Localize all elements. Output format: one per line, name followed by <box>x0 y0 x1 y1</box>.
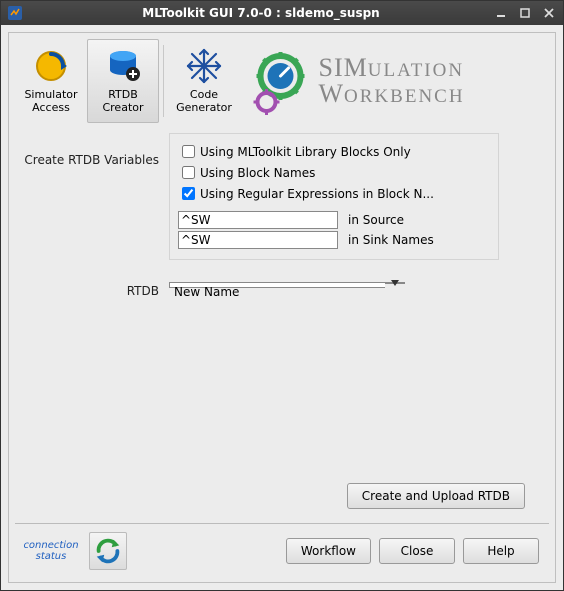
rtdb-label: RTDB <box>19 282 169 304</box>
toolbar-label: Code Generator <box>176 89 232 114</box>
title-bar: MLToolkit GUI 7.0-0 : sldemo_suspn <box>1 1 563 25</box>
toolbar-separator <box>163 45 164 117</box>
workflow-button[interactable]: Workflow <box>286 538 371 564</box>
rtdb-creator-button[interactable]: RTDB Creator <box>87 39 159 123</box>
close-button[interactable] <box>541 5 557 21</box>
maximize-button[interactable] <box>517 5 533 21</box>
refresh-connection-button[interactable] <box>89 532 127 570</box>
simulator-access-icon <box>31 46 71 86</box>
svg-text:SIMULATION: SIMULATION <box>319 53 465 82</box>
chevron-down-icon[interactable] <box>385 282 405 284</box>
footer: connection status Workflow Close Help <box>15 523 549 576</box>
simulator-access-button[interactable]: Simulator Access <box>15 39 87 123</box>
window-buttons <box>493 5 557 21</box>
brand-logo: SIMULATION WORKBENCH <box>240 39 549 123</box>
connection-status-label: connection status <box>21 540 81 562</box>
content-area: Simulator Access RTDB Creator <box>1 25 563 590</box>
opt-regex[interactable]: Using Regular Expressions in Block N... <box>178 184 490 203</box>
close-app-button[interactable]: Close <box>379 538 455 564</box>
svg-text:WORKBENCH: WORKBENCH <box>319 79 465 108</box>
opt-regex-checkbox[interactable] <box>182 187 195 200</box>
toolbar-label: Simulator Access <box>24 89 77 114</box>
code-generator-button[interactable]: Code Generator <box>168 39 240 123</box>
snowflake-icon <box>184 46 224 86</box>
opt-lib-only-checkbox[interactable] <box>182 145 195 158</box>
create-rtdb-vars-label: Create RTDB Variables <box>19 133 169 260</box>
regex-sink-label: in Sink Names <box>348 233 434 247</box>
app-icon <box>7 5 23 21</box>
options-box: Using MLToolkit Library Blocks Only Usin… <box>169 133 499 260</box>
opt-block-names-checkbox[interactable] <box>182 166 195 179</box>
app-window: MLToolkit GUI 7.0-0 : sldemo_suspn Si <box>0 0 564 591</box>
rtdb-combobox-value: New Name <box>169 282 385 288</box>
toolbar: Simulator Access RTDB Creator <box>15 39 549 123</box>
toolbar-label: RTDB Creator <box>102 89 143 114</box>
opt-lib-only-label: Using MLToolkit Library Blocks Only <box>200 145 411 159</box>
minimize-button[interactable] <box>493 5 509 21</box>
help-button[interactable]: Help <box>463 538 539 564</box>
regex-sink-input[interactable] <box>178 231 338 249</box>
create-upload-rtdb-button[interactable]: Create and Upload RTDB <box>347 483 525 509</box>
opt-block-names-label: Using Block Names <box>200 166 315 180</box>
regex-source-label: in Source <box>348 213 404 227</box>
window-title: MLToolkit GUI 7.0-0 : sldemo_suspn <box>29 6 493 20</box>
opt-block-names[interactable]: Using Block Names <box>178 163 490 182</box>
main-area: Create RTDB Variables Using MLToolkit Li… <box>15 123 549 523</box>
inner-panel: Simulator Access RTDB Creator <box>8 32 556 583</box>
database-icon <box>103 46 143 86</box>
regex-source-input[interactable] <box>178 211 338 229</box>
opt-regex-label: Using Regular Expressions in Block N... <box>200 187 434 201</box>
opt-lib-only[interactable]: Using MLToolkit Library Blocks Only <box>178 142 490 161</box>
